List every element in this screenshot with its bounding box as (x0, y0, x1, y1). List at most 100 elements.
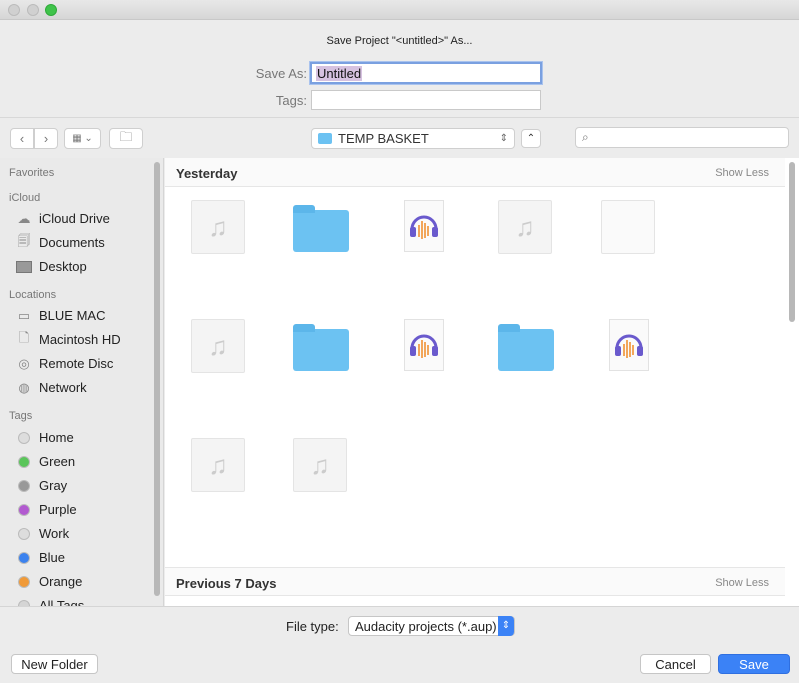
tag-color-dot-icon (18, 551, 30, 564)
sidebar-tag-orange[interactable]: Orange (16, 574, 82, 589)
folder-icon (293, 205, 349, 252)
file-item-audacity[interactable] (396, 200, 452, 256)
sidebar-tag-purple[interactable]: Purple (16, 502, 77, 517)
file-item-folder[interactable] (293, 200, 349, 256)
group-header-previous-7-days: Previous 7 Days Show Less (165, 567, 785, 596)
music-file-icon: ♫ (191, 438, 245, 492)
tag-color-dot-icon (18, 527, 30, 540)
music-file-icon: ♫ (498, 200, 552, 254)
audacity-project-icon (404, 200, 444, 252)
sidebar-item-remote-disc[interactable]: ◎ Remote Disc (16, 355, 114, 372)
file-item-folder[interactable] (293, 319, 349, 375)
sidebar-tag-home[interactable]: Home (16, 430, 74, 445)
sidebar-tag-green[interactable]: Green (16, 454, 75, 469)
tags-label: Tags: (275, 93, 307, 108)
grid-icon: ▦ ⌄ (72, 133, 93, 144)
sidebar-scrollbar[interactable] (154, 162, 160, 596)
desktop-icon (16, 260, 32, 274)
zoom-button[interactable] (45, 4, 57, 16)
folder-icon (498, 324, 554, 371)
sidebar-item-desktop[interactable]: Desktop (16, 259, 87, 274)
laptop-icon: ▭ (17, 307, 31, 323)
sidebar-item-label: Orange (39, 574, 83, 589)
sidebar-item-label: iCloud Drive (39, 211, 110, 226)
network-icon: ◍ (18, 379, 30, 395)
sidebar-tag-gray[interactable]: Gray (16, 478, 67, 493)
audacity-project-icon (609, 319, 649, 371)
sidebar-item-label: Remote Disc (39, 356, 114, 371)
file-item-audacity[interactable] (396, 319, 452, 375)
audacity-project-icon (404, 319, 444, 371)
file-item-music[interactable]: ♫ (498, 200, 554, 256)
file-item-music[interactable]: ♫ (293, 438, 349, 494)
chevron-up-icon: ⌃ (526, 133, 536, 144)
show-less-button[interactable]: Show Less (715, 167, 769, 179)
view-mode-button[interactable]: ▦ ⌄ (64, 128, 101, 149)
back-button[interactable]: ‹ (10, 128, 34, 149)
dialog-title: Save Project "<untitled>" As... (326, 35, 473, 47)
file-item-folder[interactable] (498, 319, 554, 375)
sidebar-item-blue-mac[interactable]: ▭ BLUE MAC (16, 307, 106, 324)
search-icon: ⌕ (582, 130, 589, 144)
sidebar-item-label: Work (39, 526, 70, 541)
file-item-audacity[interactable] (601, 319, 657, 375)
sidebar-tag-blue[interactable]: Blue (16, 550, 65, 565)
documents-icon: 🗐 (17, 232, 31, 248)
file-browser: Yesterday Show Less ♫ ♫ ♫ ♫ ♫ Previous 7 Days… (165, 158, 799, 606)
file-item-music[interactable]: ♫ (191, 438, 247, 494)
sidebar-item-network[interactable]: ◍ Network (16, 379, 87, 396)
file-type-select[interactable]: Audacity projects (*.aup) ⇕ (348, 616, 515, 636)
sidebar-tag-all-tags[interactable]: All Tags (16, 598, 84, 606)
disc-icon: ◎ (18, 355, 30, 371)
save-as-value: Untitled (316, 66, 363, 81)
folder-icon (318, 133, 332, 144)
file-type-value: Audacity projects (*.aup) (355, 618, 497, 634)
file-item-document[interactable] (601, 200, 657, 256)
updown-icon: ⇕ (499, 133, 508, 144)
music-file-icon: ♫ (191, 200, 245, 254)
dialog-footer: File type: Audacity projects (*.aup) ⇕ N… (0, 606, 799, 683)
group-header-yesterday: Yesterday Show Less (165, 158, 785, 187)
sidebar-item-macintosh-hd[interactable]: 🗋 Macintosh HD (16, 330, 121, 348)
collapse-button[interactable]: ⌃ (521, 129, 541, 148)
cancel-button[interactable]: Cancel (640, 654, 711, 674)
folder-plus-icon: 🗀 (119, 128, 133, 144)
main-scrollbar[interactable] (789, 162, 795, 322)
close-button[interactable] (8, 4, 20, 16)
sidebar-item-label: BLUE MAC (39, 308, 106, 323)
tag-color-dot-icon (18, 431, 30, 444)
save-button[interactable]: Save (718, 654, 790, 674)
file-item-music[interactable]: ♫ (191, 200, 247, 256)
new-folder-button[interactable]: New Folder (11, 654, 98, 674)
music-file-icon: ♫ (293, 438, 347, 492)
sidebar-item-label: Gray (39, 478, 68, 493)
new-folder-icon-button[interactable]: 🗀 (109, 128, 143, 149)
tags-input[interactable] (311, 90, 541, 110)
sidebar-item-label: Green (39, 454, 76, 469)
sidebar-item-label: Home (39, 430, 74, 445)
tag-color-dot-icon (18, 503, 30, 516)
save-as-label: Save As: (255, 66, 307, 81)
sidebar-item-icloud-drive[interactable]: ☁ iCloud Drive (16, 210, 110, 227)
music-file-icon: ♫ (191, 319, 245, 373)
sidebar-item-label: Network (39, 380, 87, 395)
save-as-input[interactable]: Untitled (310, 62, 542, 84)
sidebar-item-documents[interactable]: 🗐 Documents (16, 232, 105, 251)
document-icon (601, 200, 655, 254)
file-type-label: File type: (286, 619, 339, 634)
location-label: TEMP BASKET (338, 131, 429, 146)
show-less-button[interactable]: Show Less (715, 577, 769, 589)
search-input[interactable]: ⌕ (575, 127, 789, 148)
forward-button[interactable]: › (34, 128, 58, 149)
favorites-header: Favorites (9, 167, 55, 179)
updown-icon: ⇕ (498, 616, 514, 636)
location-popup[interactable]: TEMP BASKET ⇕ (311, 128, 515, 149)
title-bar (0, 0, 799, 20)
cloud-icon: ☁ (17, 210, 31, 226)
sidebar: Favorites iCloud ☁ iCloud Drive 🗐 Document… (0, 158, 164, 606)
sidebar-item-label: Documents (39, 235, 105, 250)
file-item-music[interactable]: ♫ (191, 319, 247, 375)
minimize-button[interactable] (27, 4, 39, 16)
tag-color-dot-icon (18, 575, 30, 588)
sidebar-tag-work[interactable]: Work (16, 526, 69, 541)
